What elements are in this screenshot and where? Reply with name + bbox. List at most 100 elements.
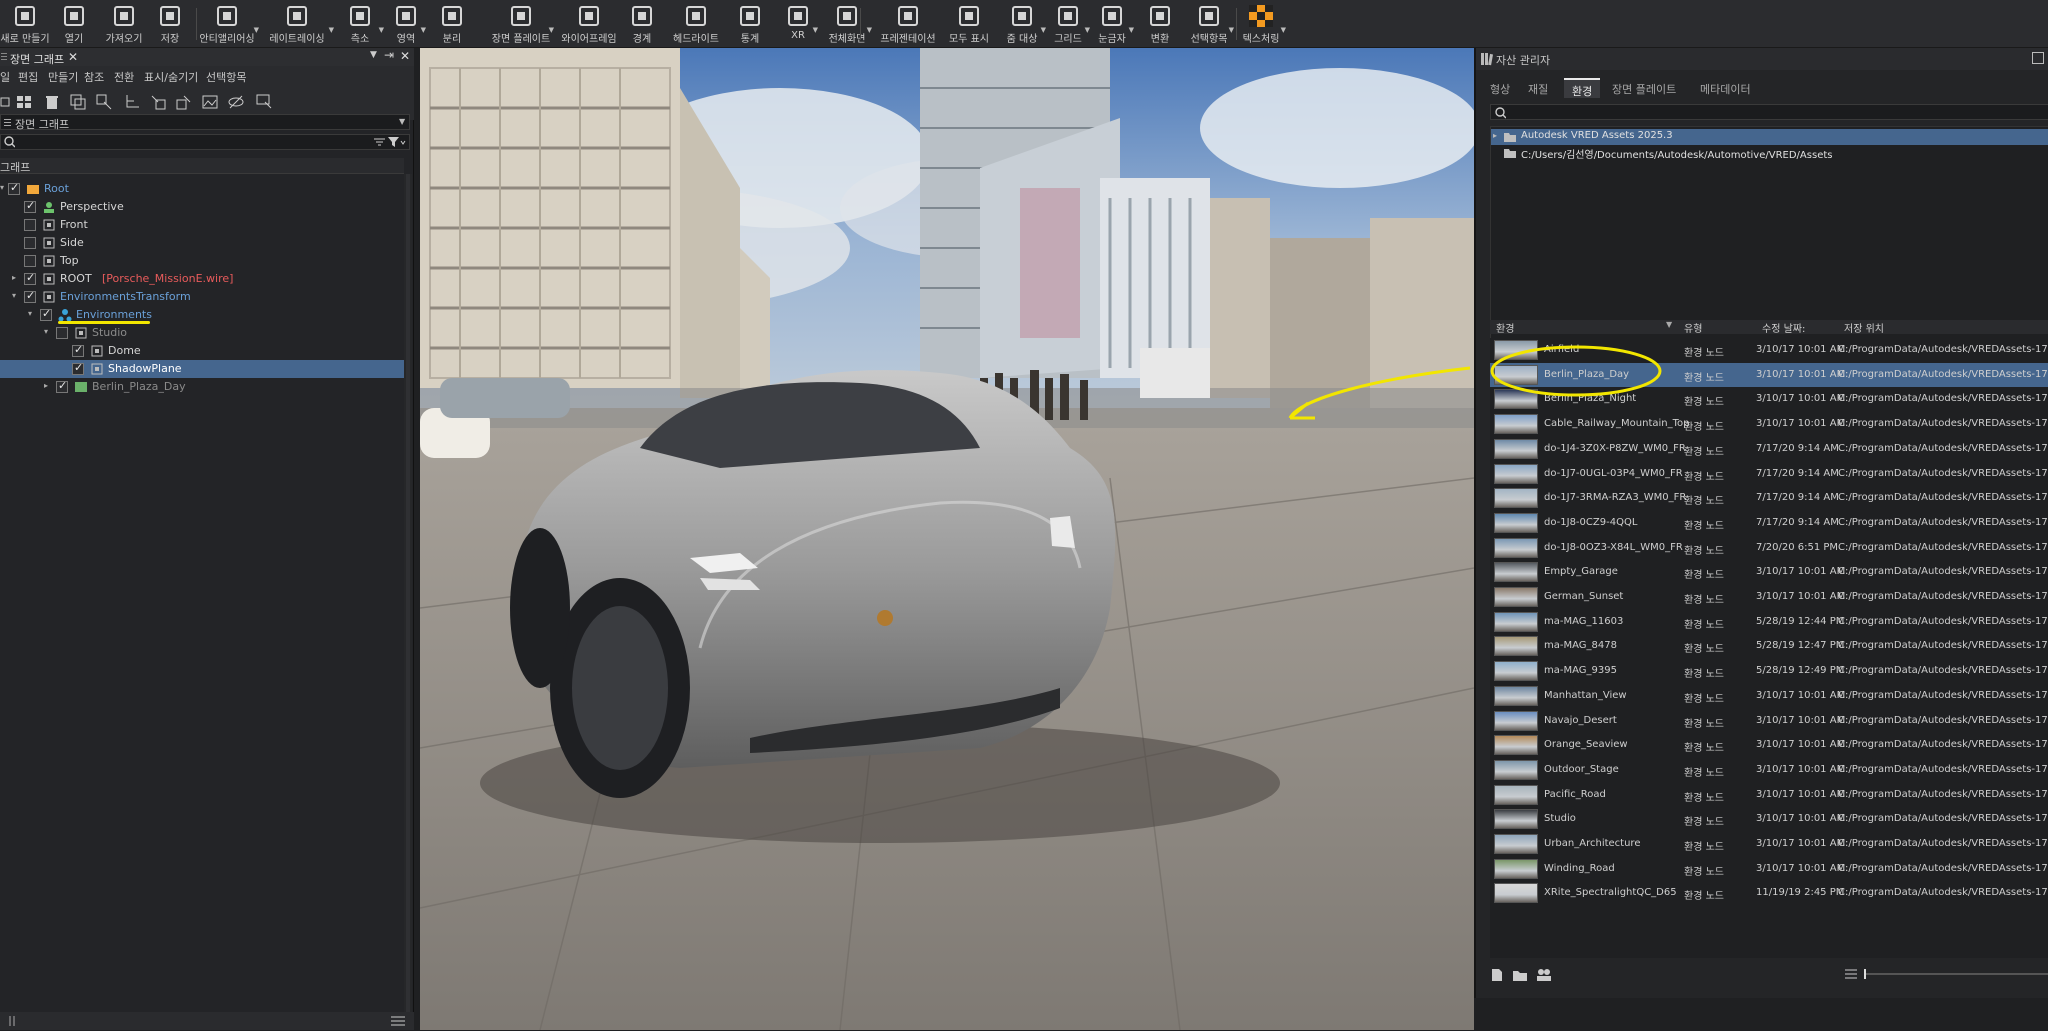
tree-row[interactable]: ▸ Berlin_Plaza_Day <box>0 378 404 396</box>
new-asset-icon[interactable] <box>1490 968 1504 982</box>
toolbar-import-button[interactable]: 가져오기 <box>100 2 148 46</box>
user-folder-icon[interactable] <box>1536 968 1552 982</box>
asset-row[interactable]: do-1J7-3RMA-RZA3_WM0_FR 환경 노드 7/17/20 9:14… <box>1490 486 2048 510</box>
asset-row[interactable]: Navajo_Desert 환경 노드 3/10/17 10:01 AM C:/Pro… <box>1490 709 2048 733</box>
toolbar-region-button[interactable]: 영역 ▼ <box>388 2 426 46</box>
toolbar-new-file-button[interactable]: 새로 만들기 <box>0 2 50 46</box>
asset-row[interactable]: German_Sunset 환경 노드 3/10/17 10:01 AM C:/Pro… <box>1490 585 2048 609</box>
dropdown-arrow-icon[interactable]: ▼ <box>1281 26 1286 34</box>
slider-handle[interactable] <box>1864 969 1866 979</box>
toolbar-transform-button[interactable]: 변환 <box>1140 2 1180 46</box>
tree-scrollbar[interactable] <box>404 174 412 1014</box>
hide-icon[interactable] <box>228 94 244 110</box>
toolbar-scene-plate-button[interactable]: 장면 플레이트 ▼ <box>490 2 554 46</box>
visibility-checkbox[interactable] <box>8 181 20 195</box>
column-environment[interactable]: 환경 <box>1496 320 1514 335</box>
tree-row[interactable]: ▾ Root <box>0 180 404 198</box>
visibility-checkbox[interactable] <box>56 379 68 393</box>
expander-icon[interactable]: ▸ <box>1493 131 1497 140</box>
toolbar-zoom-target-button[interactable]: 줌 대상 ▼ <box>1000 2 1046 46</box>
view-combo[interactable]: 장면 그래프 ▼ <box>0 114 410 131</box>
dropdown-arrow-icon[interactable]: ▼ <box>867 26 872 34</box>
menu-item[interactable]: 참조 <box>84 69 104 85</box>
menu-item[interactable]: 만들기 <box>48 69 78 85</box>
asset-row[interactable]: ma-MAG_11603 환경 노드 5/28/19 12:44 PM C:/Prog… <box>1490 610 2048 634</box>
toolbar-ruler-button[interactable]: 눈금자 ▼ <box>1092 2 1134 46</box>
delete-icon[interactable] <box>44 94 60 110</box>
tab-scene-plates[interactable]: 장면 플레이트 <box>1604 78 1684 98</box>
toolbar-texturing-button[interactable]: 텍스처링 ▼ <box>1238 2 1286 46</box>
asset-row[interactable]: Empty_Garage 환경 노드 3/10/17 10:01 AM C:/Prog… <box>1490 560 2048 584</box>
toolbar-xr-button[interactable]: XR ▼ <box>780 2 818 46</box>
hierarchy-icon[interactable] <box>124 94 140 110</box>
close-panel-icon[interactable]: ✕ <box>400 49 410 63</box>
tab-materials[interactable]: 재질 <box>1520 78 1556 98</box>
expander-icon[interactable]: ▾ <box>12 291 16 300</box>
tree-row[interactable]: ShadowPlane <box>0 360 404 378</box>
asset-row[interactable]: Cable_Railway_Mountain_Top 환경 노드 3/10/17 1… <box>1490 412 2048 436</box>
asset-row[interactable]: Winding_Road 환경 노드 3/10/17 10:01 AM C:/Prog… <box>1490 857 2048 881</box>
expander-icon[interactable]: ▸ <box>44 381 48 390</box>
tree-row[interactable]: ▾ Studio <box>0 324 404 342</box>
dropdown-arrow-icon[interactable]: ▼ <box>254 26 259 34</box>
dropdown-arrow-icon[interactable]: ▼ <box>329 26 334 34</box>
toolbar-contrast-button[interactable]: 측소 ▼ <box>338 2 384 46</box>
copy-icon[interactable] <box>70 94 86 110</box>
visibility-checkbox[interactable] <box>40 307 52 321</box>
visibility-checkbox[interactable] <box>56 327 68 339</box>
menu-item[interactable]: 선택항목 <box>206 69 246 85</box>
toolbar-antialias-button[interactable]: 안티앨리어싱 ▼ <box>197 2 259 46</box>
asset-row[interactable]: Urban_Architecture 환경 노드 3/10/17 10:01 AM C… <box>1490 832 2048 856</box>
tab-environments[interactable]: 환경 <box>1564 78 1601 98</box>
tree-row[interactable]: ▸ ROOT [Porsche_MissionE.wire] <box>0 270 404 288</box>
tree-row[interactable]: Front <box>0 216 404 234</box>
isolate-icon[interactable] <box>256 94 272 110</box>
directory-item[interactable]: ▸ Autodesk VRED Assets 2025.3 <box>1491 129 2048 145</box>
asset-search[interactable] <box>1490 104 2048 120</box>
asset-row[interactable]: Pacific_Road 환경 노드 3/10/17 10:01 AM C:/Prog… <box>1490 783 2048 807</box>
toolbar-presentation-button[interactable]: 프레젠테이션 <box>878 2 938 46</box>
toolbar-statistics-button[interactable]: 통계 <box>726 2 774 46</box>
scene-graph-search[interactable] <box>0 134 410 150</box>
asset-row[interactable]: do-1J7-0UGL-03P4_WM0_FR 환경 노드 7/17/20 9:14… <box>1490 462 2048 486</box>
asset-row[interactable]: ma-MAG_9395 환경 노드 5/28/19 12:49 PM C:/Progr… <box>1490 659 2048 683</box>
tree-row[interactable]: Top <box>0 252 404 270</box>
dropdown-arrow-icon[interactable]: ▼ <box>813 26 818 34</box>
expander-icon[interactable]: ▾ <box>28 309 32 318</box>
asset-row[interactable]: ma-MAG_8478 환경 노드 5/28/19 12:47 PM C:/Progr… <box>1490 634 2048 658</box>
dropdown-arrow-icon[interactable]: ▼ <box>379 26 384 34</box>
maximize-icon[interactable] <box>2032 52 2044 64</box>
menu-item[interactable]: 전환 <box>114 69 134 85</box>
asset-row[interactable]: do-1J8-0OZ3-X84L_WM0_FR 환경 노드 7/20/20 6:51… <box>1490 536 2048 560</box>
image-icon[interactable] <box>202 94 218 110</box>
visibility-checkbox[interactable] <box>24 237 36 249</box>
toolbar-eye-button[interactable]: 분리 <box>432 2 472 46</box>
tree-row[interactable]: Side <box>0 234 404 252</box>
toolbar-headlight-button[interactable]: 헤드라이트 <box>670 2 722 46</box>
tree-row[interactable]: ▾ EnvironmentsTransform <box>0 288 404 306</box>
visibility-checkbox[interactable] <box>72 343 84 357</box>
visibility-checkbox[interactable] <box>24 199 36 213</box>
list-view-icon[interactable] <box>1844 968 1858 980</box>
tab-metadata[interactable]: 메타데이터 <box>1692 78 1759 98</box>
move-down-icon[interactable] <box>176 94 192 110</box>
toolbar-show-all-button[interactable]: 모두 표시 <box>944 2 994 46</box>
expander-icon[interactable]: ▾ <box>44 327 48 336</box>
directory-item[interactable]: C:/Users/김선영/Documents/Autodesk/Automoti… <box>1491 145 2048 161</box>
add-folder-icon[interactable] <box>1512 968 1528 982</box>
group-icon[interactable] <box>16 94 32 110</box>
expander-icon[interactable]: ▾ <box>0 183 4 192</box>
column-location[interactable]: 저장 위치 <box>1844 320 1884 335</box>
resize-handle-icon[interactable] <box>8 1014 18 1028</box>
move-up-icon[interactable] <box>150 94 166 110</box>
new-node-icon[interactable] <box>0 94 16 110</box>
menu-item[interactable]: 일 <box>0 69 10 85</box>
column-type[interactable]: 유형 <box>1684 320 1702 335</box>
sort-down-icon[interactable]: ▼ <box>1666 320 1672 329</box>
visibility-checkbox[interactable] <box>24 255 36 267</box>
dropdown-arrow-icon[interactable]: ▼ <box>1229 26 1234 34</box>
expander-icon[interactable]: ▸ <box>12 273 16 282</box>
dropdown-arrow-icon[interactable]: ▼ <box>421 26 426 34</box>
tree-scrollbar-track[interactable] <box>406 174 410 1014</box>
scene-graph-tab-title[interactable]: 장면 그래프 <box>10 51 64 67</box>
